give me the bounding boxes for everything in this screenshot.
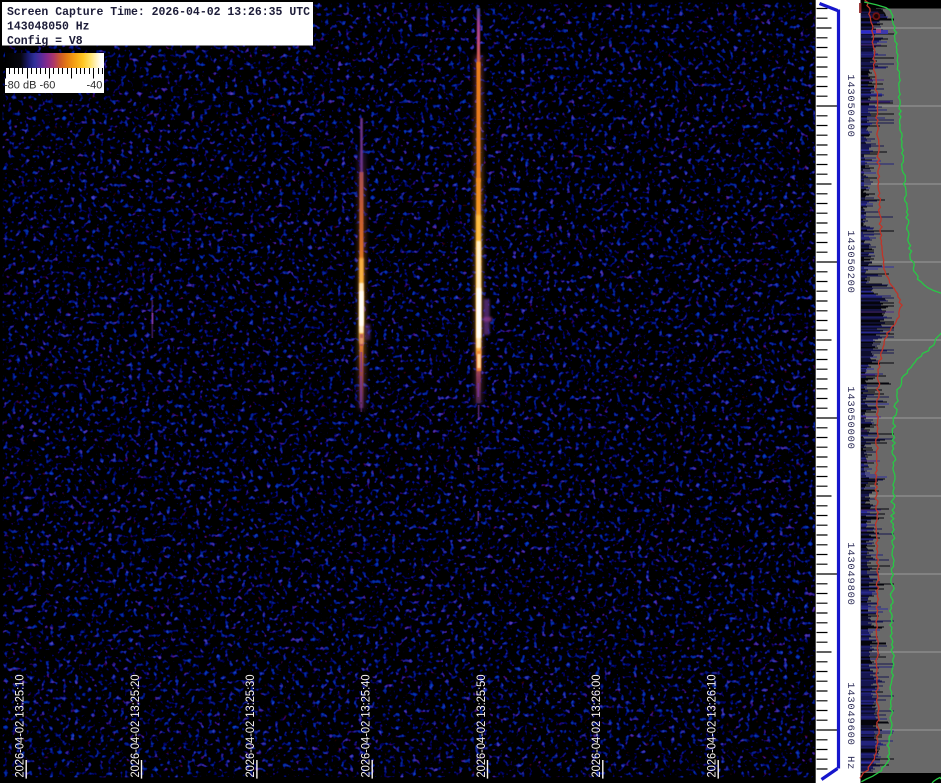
svg-text:143050000: 143050000 xyxy=(844,386,856,449)
svg-text:2026-04-02 13:25:30: 2026-04-02 13:25:30 xyxy=(245,675,257,778)
svg-text:143049800: 143049800 xyxy=(844,542,856,605)
svg-text:Hz: Hz xyxy=(844,756,856,770)
svg-text:-80 dB -60: -80 dB -60 xyxy=(4,80,55,92)
svg-text:2026-04-02 13:26:00: 2026-04-02 13:26:00 xyxy=(591,675,603,778)
svg-text:2026-04-02 13:25:10: 2026-04-02 13:25:10 xyxy=(15,675,27,778)
svg-text:2026-04-02 13:26:10: 2026-04-02 13:26:10 xyxy=(707,675,719,778)
svg-text:Config = V8: Config = V8 xyxy=(7,35,83,48)
svg-text:143050200: 143050200 xyxy=(844,230,856,293)
svg-text:143048050 Hz: 143048050 Hz xyxy=(7,21,90,34)
svg-text:2026-04-02 13:25:50: 2026-04-02 13:25:50 xyxy=(476,675,488,778)
svg-text:2026-04-02 13:25:20: 2026-04-02 13:25:20 xyxy=(130,675,142,778)
svg-text:-40: -40 xyxy=(87,80,103,92)
svg-text:143050400: 143050400 xyxy=(844,74,856,137)
svg-text:Screen Capture Time: 2026-04-0: Screen Capture Time: 2026-04-02 13:26:35… xyxy=(7,6,310,19)
svg-text:2026-04-02 13:25:40: 2026-04-02 13:25:40 xyxy=(361,675,373,778)
svg-text:143049600: 143049600 xyxy=(844,682,856,745)
